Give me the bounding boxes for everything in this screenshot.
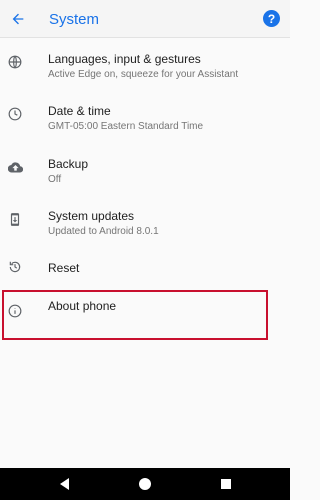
item-label: Backup [48,157,89,171]
item-subtext: Active Edge on, squeeze for your Assista… [48,69,239,80]
back-button[interactable] [6,7,30,31]
nav-recents-icon [221,479,231,489]
page-title: System [49,11,100,28]
list-item-date-time[interactable]: Date & time GMT-05:00 Eastern Standard T… [0,100,290,146]
system-update-icon [7,211,23,227]
cloud-upload-icon [7,159,23,175]
list-item-system-updates[interactable]: System updates Updated to Android 8.0.1 [0,205,290,251]
help-button[interactable]: ? [263,10,280,27]
item-label: Reset [48,261,80,275]
nav-recents-button[interactable] [220,477,232,495]
nav-back-button[interactable] [58,477,70,496]
item-subtext: Updated to Android 8.0.1 [48,226,159,237]
nav-home-icon [139,478,151,490]
list-item-languages[interactable]: Languages, input & gestures Active Edge … [0,48,290,94]
globe-icon [7,54,23,70]
item-label: Languages, input & gestures [48,52,201,66]
clock-icon [7,106,23,122]
item-label: Date & time [48,104,111,118]
list-item-backup[interactable]: Backup Off [0,153,290,199]
help-icon: ? [267,11,276,26]
navigation-bar [0,468,290,500]
restore-icon [7,259,23,275]
item-subtext: GMT-05:00 Eastern Standard Time [48,121,204,132]
item-label: System updates [48,209,135,223]
nav-back-icon [60,478,69,490]
list-item-reset[interactable]: Reset [0,255,290,291]
highlight-box [2,290,268,340]
item-subtext: Off [48,174,62,185]
nav-home-button[interactable] [138,477,152,496]
app-bar: System ? [0,0,290,38]
arrow-back-icon [12,13,24,25]
